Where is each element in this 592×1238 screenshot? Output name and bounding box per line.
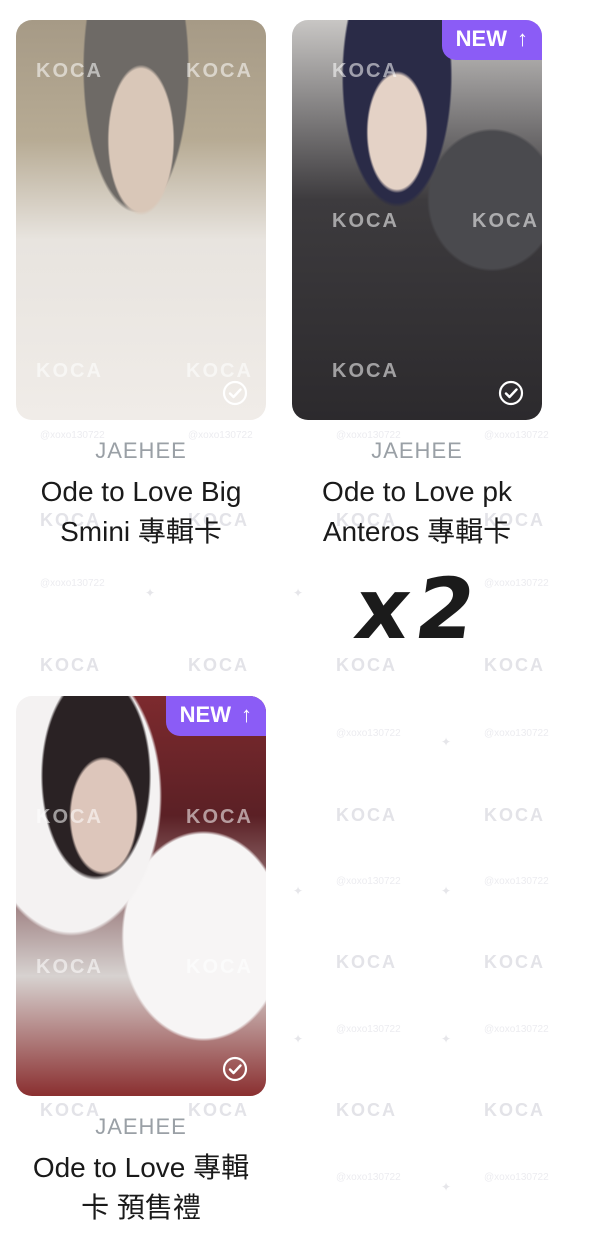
new-badge-label: NEW	[179, 702, 231, 727]
card-title: Ode to Love pk Anteros 專輯卡	[322, 476, 512, 547]
watermark-handle: @xoxo130722	[336, 876, 401, 887]
watermark-logo: KOCA	[40, 655, 101, 675]
arrow-up-icon: ↑	[517, 26, 528, 51]
watermark-handle: @xoxo130722	[40, 578, 105, 589]
photocard-item[interactable]: KOCA KOCA KOCA KOCA JAEHEE Ode to Love B…	[16, 20, 266, 552]
watermark-logo: KOCA	[336, 1100, 397, 1120]
watermark-handle: @xoxo130722	[336, 728, 401, 739]
watermark-logo: KOCA	[484, 655, 545, 675]
sparkle-icon: ✦	[293, 586, 304, 600]
artist-name: JAEHEE	[95, 1114, 187, 1139]
sparkle-icon: ✦	[441, 1032, 452, 1046]
arrow-up-icon: ↑	[241, 702, 252, 727]
photocard-image[interactable]: KOCA KOCA KOCA KOCA	[16, 20, 266, 420]
watermark-logo: KOCA	[36, 956, 103, 978]
watermark-logo: KOCA	[186, 806, 253, 828]
watermark-handle: @xoxo130722	[484, 1172, 549, 1183]
watermark-logo: KOCA	[336, 952, 397, 972]
watermark-handle: @xoxo130722	[484, 578, 549, 589]
artist-name: JAEHEE	[371, 438, 463, 463]
watermark-logo: KOCA	[472, 210, 539, 232]
sparkle-icon: ✦	[293, 884, 304, 898]
watermark-logo: KOCA	[484, 805, 545, 825]
watermark-logo: KOCA	[484, 1100, 545, 1120]
new-badge: NEW ↑	[165, 696, 266, 736]
photocard-image[interactable]: NEW ↑ KOCA KOCA KOCA KOCA	[16, 696, 266, 1096]
watermark-logo: KOCA	[188, 655, 249, 675]
watermark-handle: @xoxo130722	[336, 1172, 401, 1183]
watermark-logo: KOCA	[332, 210, 399, 232]
artist-name: JAEHEE	[95, 438, 187, 463]
sparkle-icon: ✦	[441, 1180, 452, 1194]
new-badge-label: NEW	[455, 26, 507, 51]
watermark-logo: KOCA	[336, 805, 397, 825]
photocard-grid: KOCA KOCA KOCA KOCA KOCA KOCA KOCA KOCA …	[0, 0, 592, 1238]
quantity-mark: x2	[349, 560, 488, 658]
watermark-logo: KOCA	[186, 60, 253, 82]
watermark-handle: @xoxo130722	[484, 1024, 549, 1035]
watermark-logo: KOCA	[332, 360, 399, 382]
watermark-logo: KOCA	[36, 60, 103, 82]
photocard-item[interactable]: NEW ↑ KOCA KOCA KOCA KOCA JAEHEE Ode to …	[16, 696, 266, 1228]
sparkle-icon: ✦	[145, 586, 156, 600]
sparkle-icon: ✦	[293, 1032, 304, 1046]
check-circle-icon[interactable]	[498, 380, 524, 406]
photocard-image[interactable]: NEW ↑ KOCA KOCA KOCA KOCA	[292, 20, 542, 420]
sparkle-icon: ✦	[441, 735, 452, 749]
card-title: Ode to Love 專輯卡 預售禮	[32, 1152, 250, 1223]
watermark-logo: KOCA	[484, 952, 545, 972]
check-circle-icon[interactable]	[222, 380, 248, 406]
watermark-logo: KOCA	[332, 60, 399, 82]
sparkle-icon: ✦	[441, 884, 452, 898]
watermark-handle: @xoxo130722	[484, 876, 549, 887]
watermark-logo: KOCA	[36, 360, 103, 382]
new-badge: NEW ↑	[441, 20, 542, 60]
check-circle-icon[interactable]	[222, 1056, 248, 1082]
photocard-item[interactable]: NEW ↑ KOCA KOCA KOCA KOCA JAEHEE Ode to …	[292, 20, 542, 552]
watermark-handle: @xoxo130722	[336, 1024, 401, 1035]
watermark-logo: KOCA	[186, 956, 253, 978]
watermark-logo: KOCA	[336, 655, 397, 675]
watermark-handle: @xoxo130722	[484, 728, 549, 739]
watermark-logo: KOCA	[36, 806, 103, 828]
card-title: Ode to Love Big Smini 專輯卡	[40, 476, 242, 547]
